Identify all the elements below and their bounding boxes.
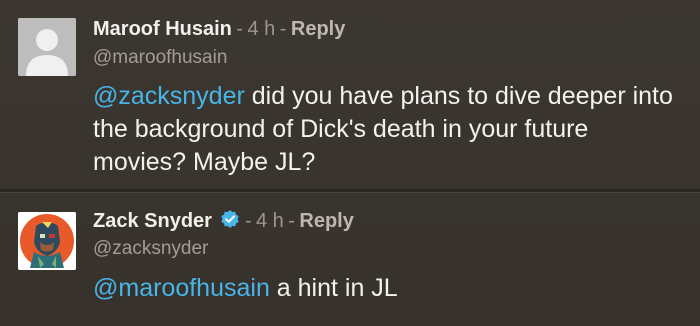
comment-time: 4 h	[255, 210, 284, 232]
mention-link[interactable]: @zacksnyder	[93, 82, 245, 110]
meta-separator: -	[288, 210, 295, 232]
author-name[interactable]: Zack Snyder	[93, 210, 212, 232]
comment-item: Zack Snyder - 4 h - Reply @zacksnyder @m…	[0, 192, 700, 326]
meta-separator: -	[244, 210, 252, 232]
comment-item: Maroof Husain - 4 h - Reply @maroofhusai…	[0, 0, 700, 190]
comment-text: a hint in JL	[269, 274, 398, 302]
comment-body: @zacksnyder did you have plans to dive d…	[93, 80, 683, 179]
reply-button[interactable]: Reply	[291, 18, 345, 40]
comment-time: 4 h	[247, 18, 276, 40]
author-name[interactable]: Maroof Husain	[93, 18, 232, 40]
meta-separator: -	[279, 18, 287, 40]
author-handle[interactable]: @maroofhusain	[93, 47, 227, 69]
comment-body: @maroofhusain a hint in JL	[93, 272, 683, 305]
meta-separator: -	[236, 18, 244, 40]
comment-meta: Zack Snyder - 4 h - Reply	[93, 209, 354, 233]
default-avatar-icon[interactable]	[18, 18, 76, 76]
reply-button[interactable]: Reply	[299, 210, 353, 232]
profile-illustration-avatar[interactable]	[18, 212, 76, 270]
comment-thread: Maroof Husain - 4 h - Reply @maroofhusai…	[0, 0, 700, 326]
author-handle[interactable]: @zacksnyder	[93, 238, 208, 260]
comment-meta: Maroof Husain - 4 h - Reply	[93, 18, 345, 41]
verified-badge-icon	[220, 209, 240, 229]
mention-link[interactable]: @maroofhusain	[93, 274, 270, 302]
